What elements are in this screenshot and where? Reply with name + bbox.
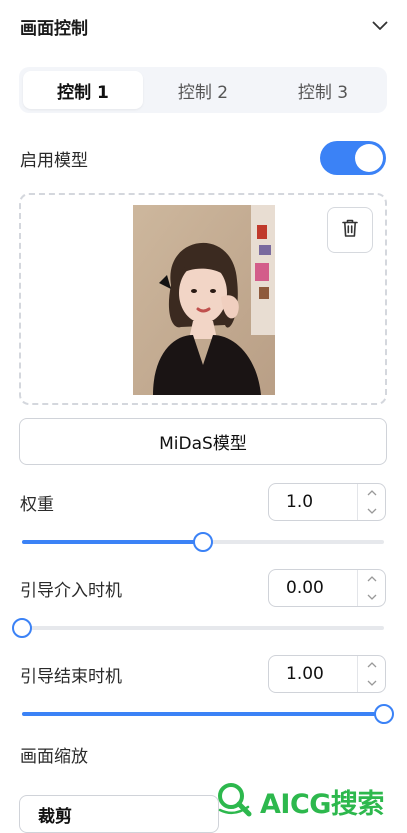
tab-control-3[interactable]: 控制 3 <box>263 71 383 109</box>
guidance-start-stepper <box>357 570 385 606</box>
enable-model-row: 启用模型 <box>20 140 386 176</box>
weight-slider[interactable] <box>20 530 386 554</box>
watermark-text: AICG搜索 <box>260 788 384 820</box>
chevron-down-icon[interactable] <box>370 16 390 36</box>
weight-label: 权重 <box>20 494 54 515</box>
delete-image-button[interactable] <box>327 207 373 253</box>
toggle-knob <box>355 144 383 172</box>
increment-icon[interactable] <box>358 570 385 588</box>
slider-handle[interactable] <box>193 532 213 552</box>
slider-track <box>22 626 384 630</box>
slider-handle[interactable] <box>374 704 394 724</box>
model-select-button[interactable]: MiDaS模型 <box>19 418 387 465</box>
guidance-end-stepper <box>357 656 385 692</box>
enable-model-label: 启用模型 <box>20 150 88 171</box>
increment-icon[interactable] <box>358 656 385 674</box>
panel-title: 画面控制 <box>20 18 88 39</box>
guidance-end-row: 引导结束时机 1.00 <box>20 655 386 693</box>
weight-stepper <box>357 484 385 520</box>
slider-fill <box>22 540 203 544</box>
search-icon <box>214 779 254 823</box>
reference-photo <box>133 205 275 395</box>
scale-select[interactable]: 裁剪 <box>19 795 219 833</box>
increment-icon[interactable] <box>358 484 385 502</box>
decrement-icon[interactable] <box>358 502 385 520</box>
control-tabs: 控制 1 控制 2 控制 3 <box>19 67 387 113</box>
guidance-start-input[interactable]: 0.00 <box>268 569 386 607</box>
scale-label: 画面缩放 <box>20 747 88 767</box>
enable-model-toggle[interactable] <box>320 141 386 175</box>
tab-control-1[interactable]: 控制 1 <box>23 71 143 109</box>
decrement-icon[interactable] <box>358 588 385 606</box>
guidance-start-slider[interactable] <box>12 616 386 640</box>
guidance-start-row: 引导介入时机 0.00 <box>20 569 386 607</box>
weight-input[interactable]: 1.0 <box>268 483 386 521</box>
tab-control-2[interactable]: 控制 2 <box>143 71 263 109</box>
slider-fill <box>22 712 384 716</box>
slider-handle[interactable] <box>12 618 32 638</box>
image-upload-area[interactable] <box>19 193 387 405</box>
guidance-end-slider[interactable] <box>20 702 394 726</box>
trash-icon <box>341 218 359 242</box>
guidance-end-input[interactable]: 1.00 <box>268 655 386 693</box>
guidance-start-label: 引导介入时机 <box>20 580 122 601</box>
weight-row: 权重 1.0 <box>20 483 386 521</box>
watermark: AICG搜索 <box>214 779 404 823</box>
guidance-end-label: 引导结束时机 <box>20 666 122 687</box>
panel-header: 画面控制 <box>20 12 390 40</box>
decrement-icon[interactable] <box>358 674 385 692</box>
